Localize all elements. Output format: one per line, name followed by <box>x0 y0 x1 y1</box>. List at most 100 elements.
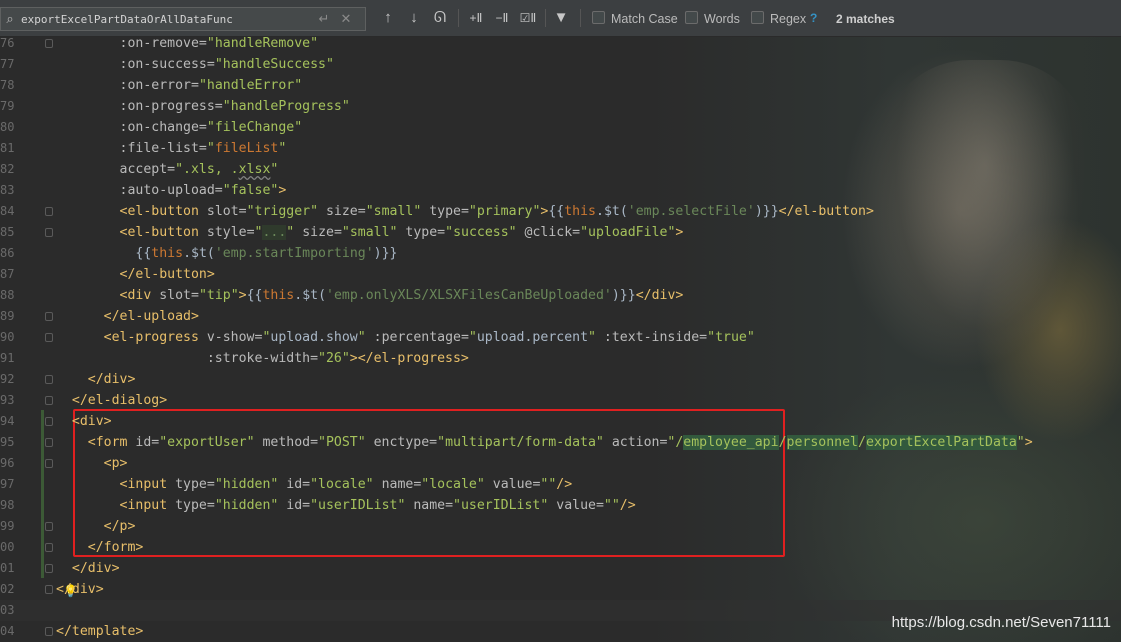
remove-occurrence-icon[interactable]: −Ⅱ <box>492 8 512 28</box>
token: </div> <box>71 561 120 576</box>
arrow-up-icon[interactable]: ↑ <box>378 8 398 28</box>
words-label[interactable]: Words <box>704 12 740 26</box>
code-line[interactable]: 76 :on-remove="handleRemove" <box>0 33 1121 54</box>
regex-help-icon[interactable]: ? <box>810 11 817 25</box>
fold-marker-icon[interactable] <box>45 396 53 405</box>
regex-label[interactable]: Regex <box>770 12 806 26</box>
code-line[interactable]: 84 <el-button slot="trigger" size="small… <box>0 201 1121 222</box>
search-icon[interactable]: ⌕ <box>1 11 19 27</box>
search-input[interactable] <box>19 12 313 26</box>
fold-marker-icon[interactable] <box>45 627 53 636</box>
code-line[interactable]: 80 :on-change="fileChange" <box>0 117 1121 138</box>
code-line[interactable]: 95 <form id="exportUser" method="POST" e… <box>0 432 1121 453</box>
code-editor[interactable]: 💡 76 :on-remove="handleRemove" 77 :on-suc… <box>0 36 1121 642</box>
match-case-checkbox[interactable] <box>592 11 605 24</box>
code-line[interactable]: 78 :on-error="handleError" <box>0 75 1121 96</box>
line-number: 91 <box>0 351 15 365</box>
token: </el-button> <box>119 267 215 282</box>
code-text: <p> <box>56 453 128 474</box>
line-number: 88 <box>0 288 15 302</box>
token: <input <box>119 498 176 513</box>
fold-marker-icon[interactable] <box>45 459 53 468</box>
fold-marker-icon[interactable] <box>45 522 53 531</box>
clear-icon[interactable]: ✕ <box>335 11 357 27</box>
code-text: :stroke-width="26"></el-progress> <box>56 348 469 369</box>
fold-marker-icon[interactable] <box>45 333 53 342</box>
filter-icon[interactable]: ▼ <box>551 8 571 28</box>
fold-marker-icon[interactable] <box>45 438 53 447</box>
enter-icon[interactable]: ↵ <box>313 11 335 27</box>
code-line[interactable]: 96 <p> <box>0 453 1121 474</box>
token: "handleProgress" <box>222 99 350 114</box>
code-line[interactable]: 97 <input type="hidden" id="locale" name… <box>0 474 1121 495</box>
code-line[interactable]: 00 </form> <box>0 537 1121 558</box>
code-line[interactable]: 02 </div> <box>0 579 1121 600</box>
token: upload.percent <box>476 330 589 345</box>
code-text: <div> <box>56 411 112 432</box>
line-number: 90 <box>0 330 15 344</box>
code-line[interactable]: 91 :stroke-width="26"></el-progress> <box>0 348 1121 369</box>
add-occurrence-icon[interactable]: +Ⅱ <box>466 8 486 28</box>
code-text: </form> <box>56 537 144 558</box>
search-box[interactable]: ⌕ ↵ ✕ <box>0 7 366 31</box>
line-number: 84 <box>0 204 15 218</box>
code-line[interactable]: 77 :on-success="handleSuccess" <box>0 54 1121 75</box>
code-line[interactable]: 81 :file-list="fileList" <box>0 138 1121 159</box>
code-text: :on-remove="handleRemove" <box>56 33 319 54</box>
line-number: 03 <box>0 603 15 617</box>
words-checkbox[interactable] <box>685 11 698 24</box>
token: " <box>278 141 287 156</box>
token: this <box>151 246 184 261</box>
fold-marker-icon[interactable] <box>45 543 53 552</box>
line-number: 87 <box>0 267 15 281</box>
code-line[interactable]: 93 </el-dialog> <box>0 390 1121 411</box>
match-case-label[interactable]: Match Case <box>611 12 678 26</box>
fold-marker-icon[interactable] <box>45 564 53 573</box>
code-line[interactable]: 98 <input type="hidden" id="userIDList" … <box>0 495 1121 516</box>
token: <input <box>119 477 176 492</box>
token: slot= <box>159 288 199 303</box>
code-line[interactable]: 01 </div> <box>0 558 1121 579</box>
token: )}} <box>754 204 779 219</box>
code-line[interactable]: 99 </p> <box>0 516 1121 537</box>
token: value= <box>556 498 604 513</box>
code-line[interactable]: 92 </div> <box>0 369 1121 390</box>
code-line[interactable]: 79 :on-progress="handleProgress" <box>0 96 1121 117</box>
code-line[interactable]: 94 <div> <box>0 411 1121 432</box>
code-text: <div slot="tip">{{this.$t('emp.onlyXLS/X… <box>56 285 684 306</box>
fold-marker-icon[interactable] <box>45 228 53 237</box>
code-line[interactable]: 90 <el-progress v-show="upload.show" :pe… <box>0 327 1121 348</box>
token: $t( <box>302 288 327 303</box>
code-line[interactable]: 88 <div slot="tip">{{this.$t('emp.onlyXL… <box>0 285 1121 306</box>
line-number: 83 <box>0 183 15 197</box>
token: style= <box>206 225 255 240</box>
fold-marker-icon[interactable] <box>45 207 53 216</box>
fold-marker-icon[interactable] <box>45 585 53 594</box>
fold-marker-icon[interactable] <box>45 312 53 321</box>
code-line[interactable]: 86 {{this.$t('emp.startImporting')}} <box>0 243 1121 264</box>
code-text: </el-dialog> <box>56 390 167 411</box>
code-text: accept=".xls, .xlsx" <box>56 159 279 180</box>
code-text: <el-button slot="trigger" size="small" t… <box>56 201 874 222</box>
find-all-icon[interactable]: ᘏ <box>430 8 450 28</box>
code-line[interactable]: 85 <el-button style="..." size="small" t… <box>0 222 1121 243</box>
fold-marker-icon[interactable] <box>45 375 53 384</box>
token: " <box>588 330 604 345</box>
code-line[interactable]: 87 </el-button> <box>0 264 1121 285</box>
token: </el-button> <box>778 204 874 219</box>
fold-marker-icon[interactable] <box>45 39 53 48</box>
select-all-occurrences-icon[interactable]: ☑Ⅱ <box>518 8 538 28</box>
arrow-down-icon[interactable]: ↓ <box>404 8 424 28</box>
code-line[interactable]: 89 </el-upload> <box>0 306 1121 327</box>
code-line[interactable]: 83 :auto-upload="false"> <box>0 180 1121 201</box>
fold-marker-icon[interactable] <box>45 417 53 426</box>
regex-checkbox[interactable] <box>751 11 764 24</box>
code-line[interactable]: 82 accept=".xls, .xlsx" <box>0 159 1121 180</box>
token: <p> <box>103 456 128 471</box>
